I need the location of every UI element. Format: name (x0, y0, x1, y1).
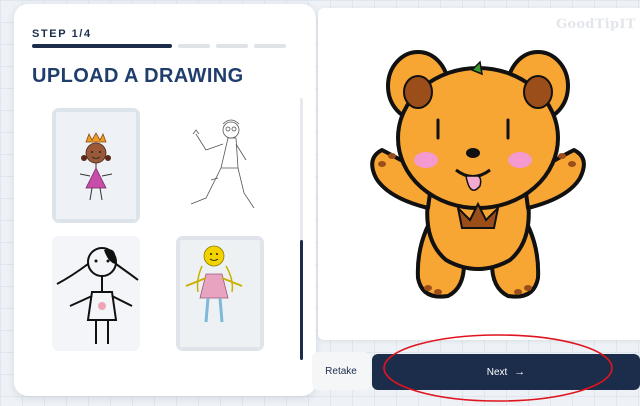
gallery-scrollbar-thumb[interactable] (300, 240, 303, 360)
girl-crown-drawing-image (52, 108, 140, 223)
pencil-person-drawing-image (176, 108, 264, 223)
upload-panel: STEP 1/4 UPLOAD A DRAWING (14, 4, 316, 396)
progress-segment-3 (216, 44, 248, 48)
orange-bear-drawing (370, 50, 586, 299)
drawing-thumb-yellow-girl[interactable] (176, 236, 264, 351)
watermark: GoodTipIT (556, 17, 636, 32)
yellow-girl-drawing-image (176, 236, 264, 351)
drawing-thumb-pencil-person[interactable] (176, 108, 264, 223)
progress-segment-2 (178, 44, 210, 48)
page-title: UPLOAD A DRAWING (32, 65, 244, 87)
arrow-right-icon: → (514, 366, 526, 378)
drawing-thumb-girl-crown[interactable] (52, 108, 140, 223)
progress-segment-4 (254, 44, 286, 48)
stick-girl-drawing-image (52, 236, 140, 351)
gallery-scrollbar[interactable] (300, 98, 303, 360)
progress-segment-1 (32, 44, 172, 48)
drawing-preview (318, 8, 640, 340)
drawing-gallery (52, 108, 292, 354)
retake-button[interactable]: Retake (312, 352, 370, 390)
step-indicator: STEP 1/4 (32, 28, 92, 40)
drawing-thumb-stick-girl[interactable] (52, 236, 140, 351)
next-button[interactable]: Next → (372, 354, 640, 390)
next-button-label: Next (486, 366, 508, 378)
progress-bar (32, 44, 286, 48)
